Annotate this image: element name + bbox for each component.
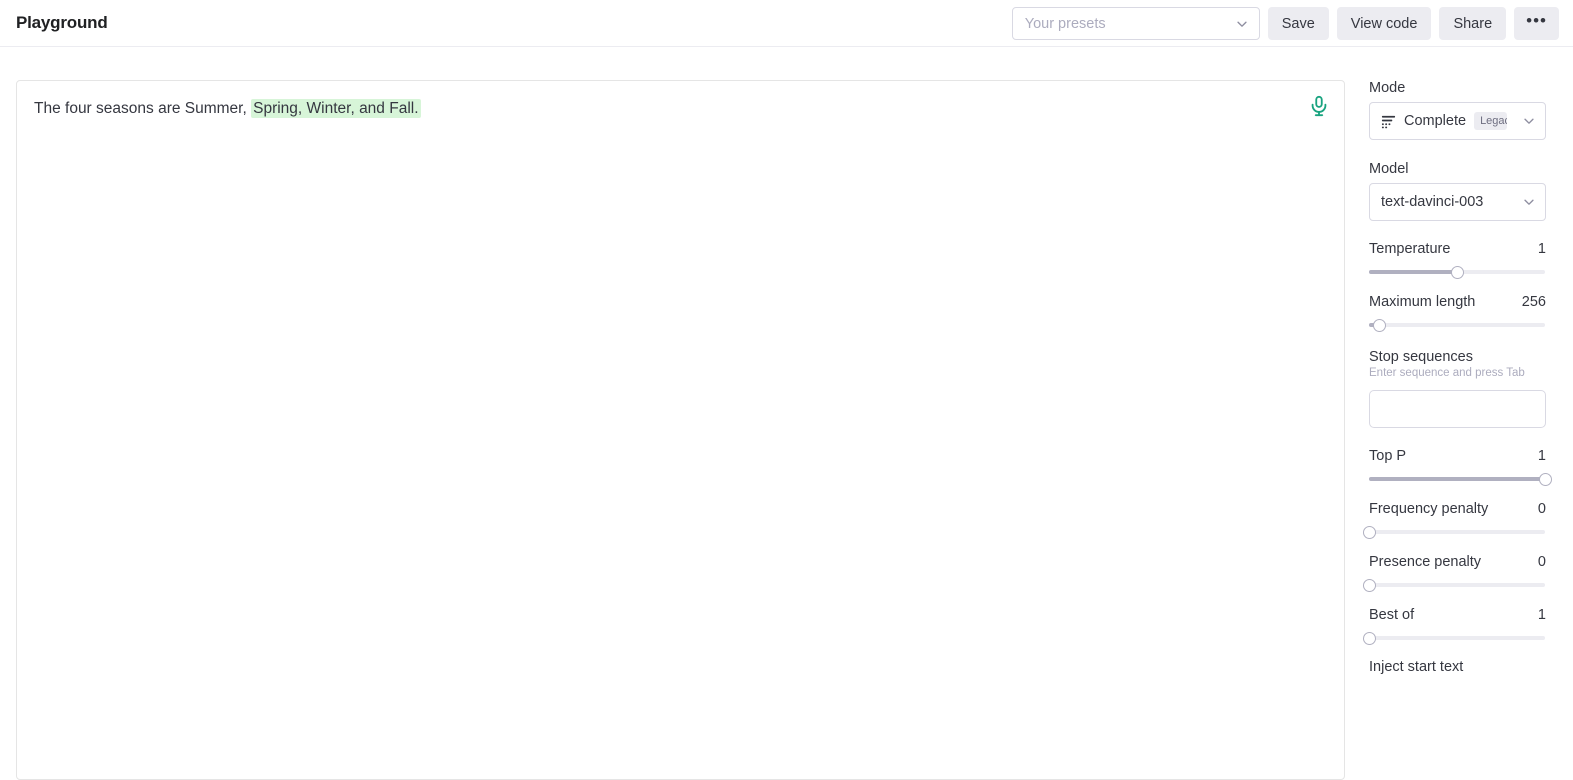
slider-value: 256 [1521,294,1546,310]
prompt-text-plain: The four seasons are Summer, [34,100,252,117]
slider-thumb[interactable] [1538,472,1552,486]
stop-sequences-label: Stop sequences [1369,349,1473,365]
slider-maximum-length: Maximum length 256 [1369,294,1557,332]
slider-label: Best of [1369,607,1415,623]
model-label: Model [1369,161,1409,177]
slider-label: Presence penalty [1369,554,1482,570]
stop-sequences-hint: Enter sequence and press Tab [1369,367,1525,379]
slider-value: 1 [1537,607,1546,623]
chevron-down-icon [1522,195,1536,209]
slider-value: 0 [1537,554,1546,570]
slider-label: Top P [1369,448,1407,464]
slider-presence-penalty: Presence penalty 0 [1362,554,1557,592]
view-code-button[interactable]: View code [1336,7,1432,40]
slider-value: 1 [1537,241,1546,257]
slider-track[interactable] [1362,631,1545,645]
app-header: Playground Your presets Save View code S… [0,0,1573,47]
model-select[interactable]: text-davinci-003 [1369,183,1546,221]
mode-select[interactable]: Complete Legacy [1369,102,1546,140]
presets-dropdown[interactable]: Your presets [1011,7,1260,40]
chevron-down-icon [1235,17,1249,31]
slider-thumb[interactable] [1362,525,1376,539]
slider-fill [1369,270,1457,274]
stop-sequences-group: Stop sequences Enter sequence and press … [1369,349,1557,428]
slider-label: Maximum length [1369,294,1476,310]
prompt-text-highlighted: Spring, Winter, and Fall. [251,99,421,118]
slider-thumb[interactable] [1450,265,1464,279]
slider-label: Frequency penalty [1369,501,1489,517]
slider-thumb[interactable] [1373,318,1387,332]
slider-thumb[interactable] [1362,578,1376,592]
microphone-icon[interactable] [1308,95,1330,117]
prompt-editor-panel[interactable]: The four seasons are Summer, Spring, Win… [16,80,1345,780]
settings-sidebar: Mode Complete Legacy Model text-davinci-… [1362,80,1557,675]
complete-list-icon [1381,114,1396,129]
slider-track[interactable] [1369,472,1552,486]
mode-value: Complete [1404,113,1467,129]
presets-placeholder: Your presets [1024,15,1106,32]
chevron-down-icon [1522,114,1536,128]
model-value: text-davinci-003 [1381,194,1484,210]
stop-sequences-input[interactable] [1369,390,1546,428]
slider-track[interactable] [1369,265,1545,279]
slider-track[interactable] [1362,578,1545,592]
inject-start-text-label: Inject start text [1369,659,1464,675]
mode-label: Mode [1369,80,1406,96]
save-button[interactable]: Save [1267,7,1329,40]
slider-thumb[interactable] [1362,631,1376,645]
slider-value: 1 [1537,448,1546,464]
share-button[interactable]: Share [1439,7,1507,40]
slider-temperature: Temperature 1 [1369,241,1557,279]
legacy-badge: Legacy [1474,112,1508,130]
slider-frequency-penalty: Frequency penalty 0 [1362,501,1557,539]
slider-top-p: Top P 1 [1369,448,1557,486]
slider-value: 0 [1537,501,1546,517]
slider-fill [1369,477,1545,481]
header-actions: Your presets Save View code Share ••• [1011,7,1559,40]
page-title: Playground [16,13,108,32]
prompt-text[interactable]: The four seasons are Summer, Spring, Win… [34,97,1284,121]
slider-label: Temperature [1369,241,1451,257]
more-options-button[interactable]: ••• [1514,7,1559,40]
slider-track[interactable] [1362,525,1545,539]
slider-best-of: Best of 1 [1362,607,1557,645]
slider-track[interactable] [1369,318,1545,332]
